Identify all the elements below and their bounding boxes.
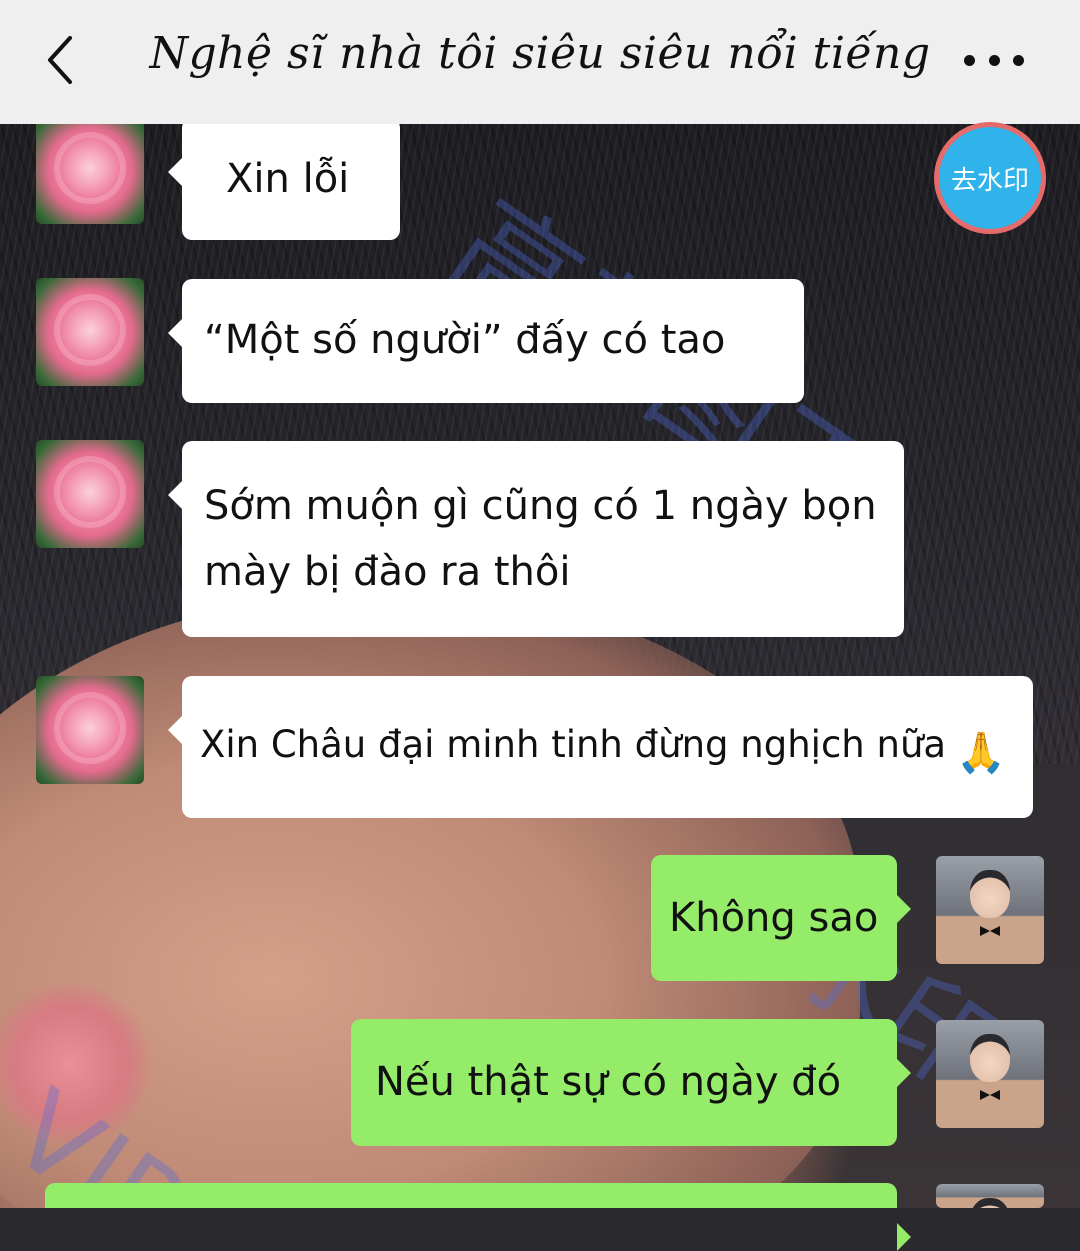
remove-watermark-button[interactable]: 去水印 <box>934 122 1046 234</box>
avatar-contact[interactable] <box>36 440 144 548</box>
message-bubble-incoming[interactable]: “Một số người” đấy có tao <box>168 279 804 403</box>
message-bubble-incoming[interactable]: Sớm muộn gì cũng có 1 ngày bọn mày bị đà… <box>168 441 904 637</box>
message-bubble-outgoing[interactable]: Không sao <box>651 855 911 981</box>
message-text: Xin Châu đại minh tinh đừng nghịch nữa <box>200 723 947 766</box>
message-text: Xin lỗi <box>226 156 350 202</box>
avatar-self[interactable] <box>936 856 1044 964</box>
chevron-left-icon <box>48 36 72 84</box>
chat-title: Nghệ sĩ nhà tôi siêu siêu nổi tiếng <box>149 28 931 79</box>
ellipsis-icon <box>964 54 975 66</box>
avatar-contact[interactable] <box>36 676 144 784</box>
more-button[interactable] <box>964 52 1024 68</box>
message-bubble-outgoing[interactable]: Nếu thật sự có ngày đó <box>351 1019 911 1146</box>
message-text: Nếu thật sự có ngày đó <box>375 1059 842 1105</box>
message-text-line-1: Sớm muộn gì cũng có 1 ngày bọn <box>204 483 877 529</box>
avatar-contact[interactable] <box>36 116 144 224</box>
message-text: Không sao <box>669 895 879 941</box>
avatar-self[interactable] <box>936 1020 1044 1128</box>
message-text-line-2: mày bị đào ra thôi <box>204 549 571 595</box>
chat-header: Nghệ sĩ nhà tôi siêu siêu nổi tiếng <box>0 0 1080 124</box>
avatar-self[interactable] <box>936 1184 1044 1208</box>
message-bubble-incoming[interactable]: Xin Châu đại minh tinh đừng nghịch nữa 🙏 <box>168 676 1033 818</box>
message-bubble-outgoing[interactable] <box>45 1183 911 1251</box>
folded-hands-emoji-icon: 🙏 <box>956 730 1006 776</box>
message-bubble-incoming[interactable]: Xin lỗi <box>168 118 400 240</box>
back-button[interactable] <box>40 32 84 88</box>
avatar-contact[interactable] <box>36 278 144 386</box>
message-text: “Một số người” đấy có tao <box>204 317 726 363</box>
